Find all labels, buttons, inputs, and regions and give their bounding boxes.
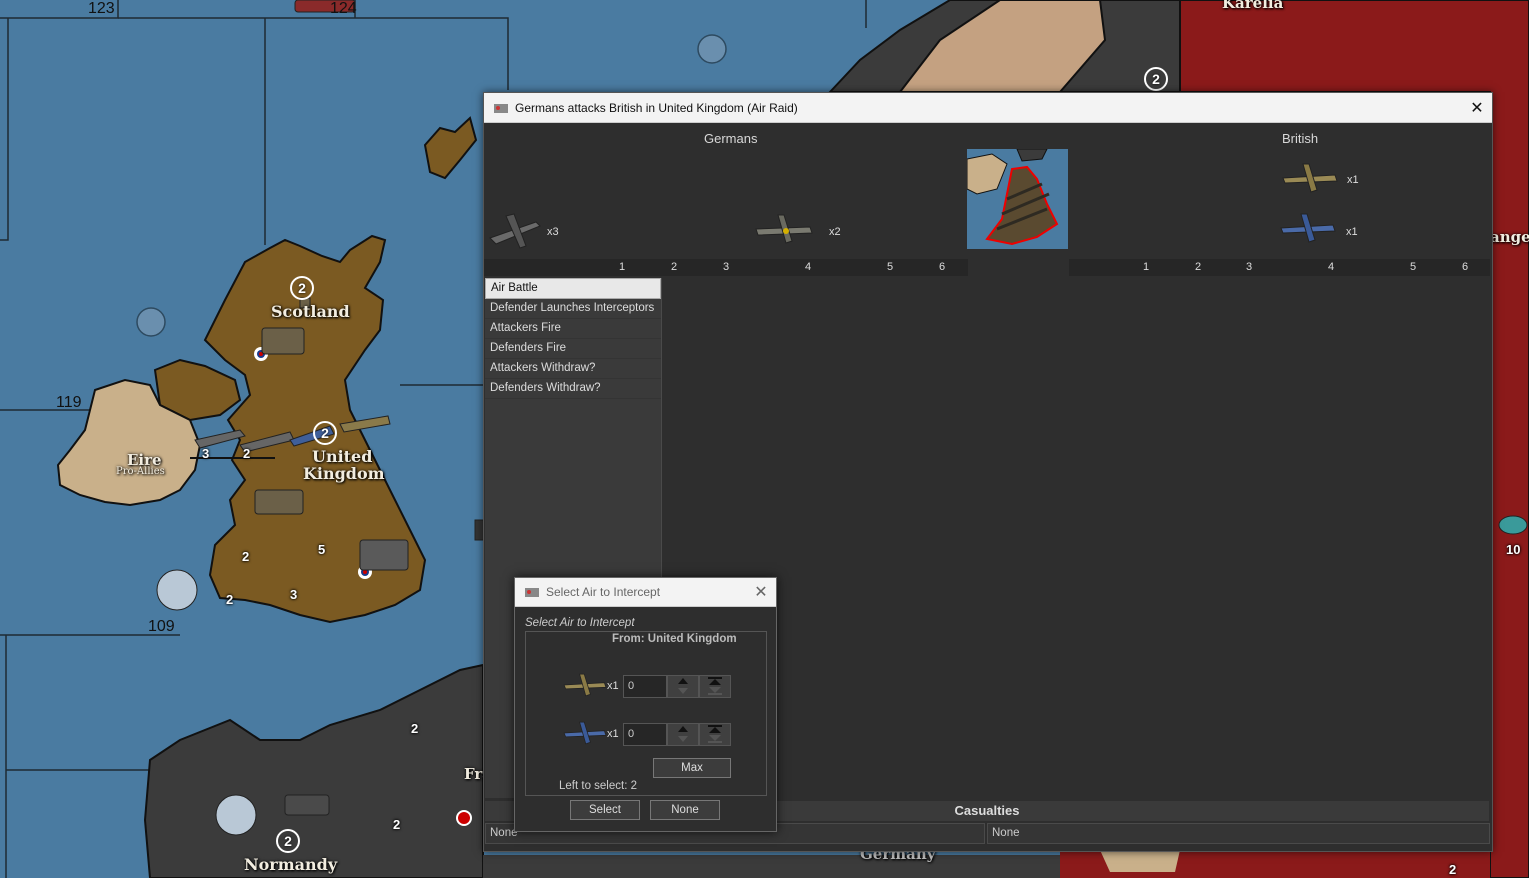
- battle-step-item[interactable]: Defenders Withdraw?: [485, 379, 661, 399]
- production-value-normandy: 2: [276, 829, 300, 853]
- territory-normandy-label: Normandy: [244, 855, 338, 874]
- british-fighter-icon: [563, 673, 607, 697]
- british-fighter-icon: [1282, 163, 1338, 193]
- max-button[interactable]: Max: [653, 758, 731, 778]
- intercept-dialog-titlebar[interactable]: Select Air to Intercept ✕: [515, 578, 776, 607]
- unit-count-uk-infantry: 5: [318, 542, 326, 557]
- triangle-down-icon[interactable]: [668, 686, 698, 696]
- production-value-scotland: 2: [290, 276, 314, 300]
- sea-zone-124-label: 124: [330, 0, 357, 17]
- defender-name: British: [1282, 131, 1319, 146]
- intercept-row1-stepper[interactable]: [667, 675, 699, 698]
- attacker-die-4: 4: [805, 261, 812, 273]
- defender-die-5: 5: [1410, 261, 1417, 273]
- intercept-from-label: From: United Kingdom: [612, 633, 737, 645]
- unit-count-normandy-infantry: 2: [393, 817, 401, 832]
- territory-preview-map: [967, 149, 1068, 249]
- double-up-icon[interactable]: [700, 724, 730, 734]
- dialog-app-icon: [525, 588, 539, 597]
- defender-die-2: 2: [1195, 261, 1202, 273]
- american-fighter-icon: [1280, 213, 1336, 243]
- intercept-row2-qty: x1: [607, 728, 619, 740]
- intercept-row2-stepper[interactable]: [667, 723, 699, 746]
- sea-zone-119-label: 119: [56, 394, 82, 411]
- defender-die-1: 1: [1143, 261, 1150, 273]
- select-button[interactable]: Select: [570, 800, 640, 820]
- unit-count-uk-artillery: 3: [290, 587, 298, 602]
- unit-count-uk-paratroops: 2: [242, 549, 250, 564]
- attacker-bomber-qty: x3: [547, 226, 559, 238]
- intercept-row1-input[interactable]: 0: [623, 675, 667, 698]
- battle-app-icon: [494, 103, 508, 113]
- defender-american-fighter-qty: x1: [1346, 226, 1358, 238]
- defender-die-3: 3: [1246, 261, 1253, 273]
- attacker-die-5: 5: [887, 261, 894, 273]
- triangle-up-icon[interactable]: [668, 724, 698, 734]
- close-icon[interactable]: ✕: [746, 582, 776, 602]
- territory-scotland-label: Scotland: [271, 302, 350, 321]
- unit-count-russia-east: 10: [1506, 542, 1521, 557]
- intercept-row1-max-stepper[interactable]: [699, 675, 731, 698]
- production-value-scandinavia: 2: [1144, 67, 1168, 91]
- attacker-die-3: 3: [723, 261, 730, 273]
- defender-die-4: 4: [1328, 261, 1335, 273]
- intercept-dialog-title: Select Air to Intercept: [546, 585, 661, 599]
- triangle-down-icon[interactable]: [668, 734, 698, 744]
- attacker-die-2: 2: [671, 261, 678, 273]
- intercept-row1-qty: x1: [607, 680, 619, 692]
- attacker-name: Germans: [704, 131, 758, 146]
- intercept-row2-input[interactable]: 0: [623, 723, 667, 746]
- unit-count-russia-south: 2: [1449, 862, 1457, 877]
- defender-casualties: None: [987, 823, 1490, 844]
- sea-zone-123-label: 123: [88, 0, 115, 17]
- battle-step-item[interactable]: Attackers Fire: [485, 319, 661, 339]
- close-icon[interactable]: ✕: [1462, 98, 1492, 118]
- unit-count-france-infantry: 2: [411, 721, 419, 736]
- defender-die-6: 6: [1462, 261, 1469, 273]
- unit-count-bombers: 3: [202, 446, 210, 461]
- attacker-dice-row: 1 2 3 4 5 6: [484, 259, 968, 276]
- attacker-die-1: 1: [619, 261, 626, 273]
- intercept-dialog-subtitle: Select Air to Intercept: [525, 617, 635, 629]
- intercept-selection-panel: From: United Kingdom x1 0 x1 0 Max Left …: [525, 631, 767, 796]
- intercept-dialog: Select Air to Intercept ✕ Select Air to …: [514, 577, 777, 832]
- unit-count-fighters: 2: [243, 446, 251, 461]
- territory-karelia-label: Karelia: [1222, 0, 1284, 12]
- battle-step-item[interactable]: Air Battle: [485, 278, 661, 299]
- left-to-select-label: Left to select: 2: [559, 780, 637, 792]
- battle-window-titlebar[interactable]: Germans attacks British in United Kingdo…: [484, 93, 1492, 123]
- territory-arkhangelsk-label: angel: [1490, 228, 1529, 246]
- defender-british-fighter-qty: x1: [1347, 174, 1359, 186]
- battle-window-title: Germans attacks British in United Kingdo…: [515, 100, 798, 115]
- territory-uk-label-line2: Kingdom: [303, 464, 385, 483]
- german-bomber-icon: [489, 213, 541, 249]
- battle-step-item[interactable]: Defenders Fire: [485, 339, 661, 359]
- battle-step-item[interactable]: Attackers Withdraw?: [485, 359, 661, 379]
- battle-step-item[interactable]: Defender Launches Interceptors: [485, 299, 661, 319]
- double-down-icon[interactable]: [700, 686, 730, 696]
- production-value-uk: 2: [313, 421, 337, 445]
- territory-eire-status: Pro-Allies: [116, 466, 165, 477]
- german-fighter-icon: [755, 214, 813, 244]
- sea-zone-109-label: 109: [148, 618, 175, 635]
- double-down-icon[interactable]: [700, 734, 730, 744]
- none-button[interactable]: None: [650, 800, 720, 820]
- defender-dice-row: 1 2 3 4 5 6: [1069, 259, 1490, 276]
- unit-count-uk-officers: 2: [226, 592, 234, 607]
- double-up-icon[interactable]: [700, 676, 730, 686]
- triangle-up-icon[interactable]: [668, 676, 698, 686]
- attacker-die-6: 6: [939, 261, 946, 273]
- attacker-fighter-qty: x2: [829, 226, 841, 238]
- american-fighter-icon: [563, 721, 607, 745]
- intercept-row2-max-stepper[interactable]: [699, 723, 731, 746]
